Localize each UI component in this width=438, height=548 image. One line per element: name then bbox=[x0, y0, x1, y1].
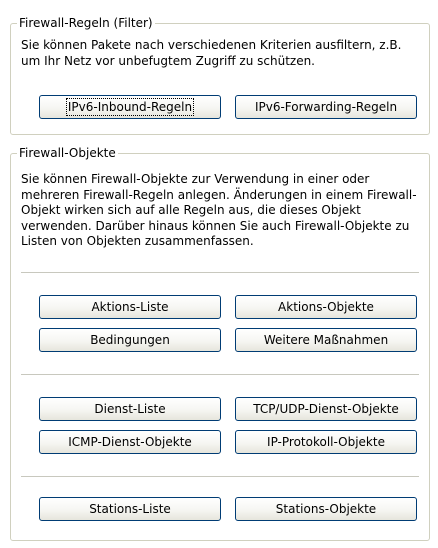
aktions-objekte-label: Aktions-Objekte bbox=[278, 300, 374, 314]
aktions-liste-button[interactable]: Aktions-Liste bbox=[39, 295, 221, 319]
ipv6-forwarding-rules-button[interactable]: IPv6-Forwarding-Regeln bbox=[235, 95, 417, 119]
firewall-objects-description: Sie können Firewall-Objekte zur Verwendu… bbox=[21, 172, 417, 249]
firewall-objects-group-title: Firewall-Objekte bbox=[17, 146, 118, 160]
aktions-objekte-button[interactable]: Aktions-Objekte bbox=[235, 295, 417, 319]
ip-protokoll-objekte-button[interactable]: IP-Protokoll-Objekte bbox=[235, 430, 417, 454]
separator bbox=[21, 374, 419, 375]
firewall-rules-group-title: Firewall-Regeln (Filter) bbox=[17, 16, 155, 30]
bedingungen-button[interactable]: Bedingungen bbox=[39, 328, 221, 352]
firewall-rules-group: Firewall-Regeln (Filter) Sie können Pake… bbox=[10, 16, 430, 135]
tcp-udp-dienst-objekte-label: TCP/UDP-Dienst-Objekte bbox=[253, 402, 399, 416]
ipv6-forwarding-rules-label: IPv6-Forwarding-Regeln bbox=[254, 100, 398, 114]
stations-liste-button[interactable]: Stations-Liste bbox=[39, 497, 221, 521]
stations-objekte-button[interactable]: Stations-Objekte bbox=[235, 497, 417, 521]
separator bbox=[21, 272, 419, 273]
firewall-rules-description: Sie können Pakete nach verschiedenen Kri… bbox=[21, 38, 402, 68]
ipv6-inbound-rules-button[interactable]: IPv6-Inbound-Regeln bbox=[39, 95, 221, 119]
bedingungen-label: Bedingungen bbox=[90, 333, 170, 347]
ip-protokoll-objekte-label: IP-Protokoll-Objekte bbox=[267, 435, 385, 449]
dienst-liste-label: Dienst-Liste bbox=[94, 402, 166, 416]
dienst-liste-button[interactable]: Dienst-Liste bbox=[39, 397, 221, 421]
tcp-udp-dienst-objekte-button[interactable]: TCP/UDP-Dienst-Objekte bbox=[235, 397, 417, 421]
weitere-massnahmen-label: Weitere Maßnahmen bbox=[263, 333, 389, 347]
stations-objekte-label: Stations-Objekte bbox=[275, 502, 377, 516]
stations-liste-label: Stations-Liste bbox=[89, 502, 171, 516]
separator bbox=[21, 476, 419, 477]
icmp-dienst-objekte-label: ICMP-Dienst-Objekte bbox=[68, 435, 192, 449]
icmp-dienst-objekte-button[interactable]: ICMP-Dienst-Objekte bbox=[39, 430, 221, 454]
weitere-massnahmen-button[interactable]: Weitere Maßnahmen bbox=[235, 328, 417, 352]
aktions-liste-label: Aktions-Liste bbox=[91, 300, 169, 314]
ipv6-inbound-rules-label: IPv6-Inbound-Regeln bbox=[65, 98, 195, 116]
firewall-objects-group: Firewall-Objekte Sie können Firewall-Obj… bbox=[10, 146, 430, 541]
